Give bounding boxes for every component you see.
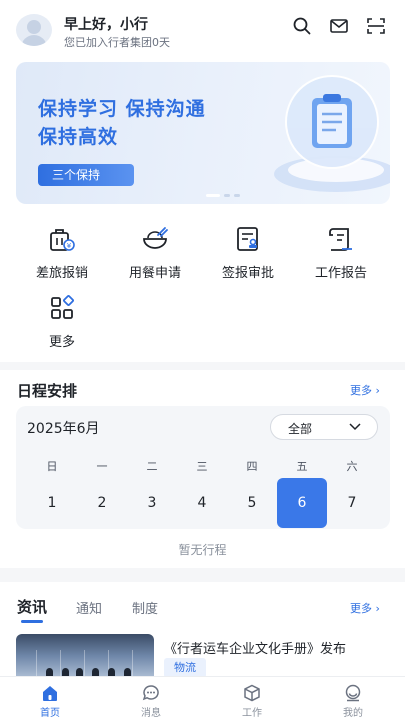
news-thumbnail[interactable]: [16, 634, 154, 682]
calendar-card: 2025年6月 全部 日 一 二 三 四 五 六 1 2 3 4 5 6 7: [16, 406, 390, 529]
message-icon: [142, 685, 159, 701]
calendar-day[interactable]: 3: [127, 478, 177, 528]
schedule-title: 日程安排: [17, 382, 78, 400]
home-top-section: 早上好，小行 您已加入行者集团0天 保持学习 保持沟通 保持高效 三个保持 ¥ …: [0, 0, 405, 362]
tabbar-messages[interactable]: 消息: [111, 677, 191, 720]
tabbar-label: 首页: [40, 708, 60, 719]
tab-notices[interactable]: 通知: [76, 598, 102, 617]
schedule-section: 日程安排 更多 › 2025年6月 全部 日 一 二 三 四 五 六 1 2 3…: [0, 370, 405, 568]
org-subtitle: 您已加入行者集团0天: [64, 36, 170, 49]
app-label: 签报审批: [221, 266, 274, 281]
calendar-day[interactable]: 4: [177, 478, 227, 528]
weekday-label: 六: [346, 460, 358, 473]
calendar-day[interactable]: 5: [227, 478, 277, 528]
banner-button[interactable]: 三个保持: [38, 164, 134, 186]
calendar-day-selected[interactable]: 6: [277, 478, 327, 528]
news-more-link[interactable]: 更多 ›: [350, 600, 380, 616]
weekday-label: 日: [46, 460, 58, 473]
mail-icon[interactable]: [329, 16, 349, 36]
weekday-label: 三: [196, 460, 208, 473]
banner-headline-1: 保持学习 保持沟通: [38, 98, 206, 120]
app-travel-reimburse[interactable]: ¥ 差旅报销: [17, 225, 107, 295]
tabbar-label: 消息: [141, 708, 161, 719]
app-label: 用餐申请: [128, 266, 181, 281]
tab-policies[interactable]: 制度: [132, 598, 158, 617]
filter-value: 全部: [288, 422, 313, 436]
calendar-day[interactable]: 1: [27, 478, 77, 528]
tabbar-profile[interactable]: 我的: [313, 677, 393, 720]
news-item-tag: 物流: [164, 658, 206, 678]
bottom-tabbar: 首页 消息 工作 我的: [0, 676, 405, 720]
app-label: 工作报告: [314, 266, 367, 281]
search-icon[interactable]: [292, 16, 312, 36]
tabbar-label: 我的: [343, 708, 363, 719]
profile-icon: [345, 684, 361, 702]
app-more[interactable]: 更多: [17, 294, 107, 364]
work-icon: [244, 684, 260, 702]
chevron-down-icon: [349, 423, 361, 431]
clipboard-illustration: [274, 75, 390, 192]
avatar[interactable]: [16, 14, 52, 46]
svg-text:¥: ¥: [67, 242, 72, 250]
meal-request-icon: [143, 227, 168, 249]
banner-headline-2: 保持高效: [38, 126, 119, 148]
app-meal-request[interactable]: 用餐申请: [110, 225, 200, 295]
tabbar-label: 工作: [242, 708, 262, 719]
calendar-day[interactable]: 2: [77, 478, 127, 528]
travel-reimburse-icon: ¥: [50, 229, 75, 251]
approval-icon: [237, 227, 258, 251]
work-report-icon: [329, 228, 352, 251]
carousel-indicator: [206, 194, 242, 198]
app-label: 更多: [48, 335, 75, 350]
header: 早上好，小行 您已加入行者集团0天: [16, 14, 390, 49]
weekday-label: 二: [146, 460, 158, 473]
more-apps-icon: [51, 295, 74, 319]
news-section: 资讯 通知 制度 更多 › 《行者运车企业文化手册》发布 物流: [0, 582, 405, 682]
schedule-filter-select[interactable]: 全部: [270, 414, 378, 440]
app-work-report[interactable]: 工作报告: [296, 225, 386, 295]
home-icon: [43, 686, 57, 701]
tabbar-work[interactable]: 工作: [212, 677, 292, 720]
weekday-label: 一: [96, 460, 108, 473]
schedule-empty-text: 暂无行程: [178, 543, 227, 557]
weekday-label: 四: [246, 460, 258, 473]
active-tab-indicator: [21, 620, 43, 623]
tab-news[interactable]: 资讯: [17, 596, 47, 617]
app-label: 差旅报销: [35, 266, 88, 281]
calendar-month: 2025年6月: [27, 421, 100, 437]
scan-icon[interactable]: [366, 16, 386, 36]
greeting-text: 早上好，小行: [64, 17, 148, 33]
weekday-label: 五: [296, 460, 308, 473]
schedule-more-link[interactable]: 更多 ›: [350, 382, 380, 398]
tabbar-home[interactable]: 首页: [10, 677, 90, 720]
calendar-day[interactable]: 7: [327, 478, 377, 528]
app-approval[interactable]: 签报审批: [203, 225, 293, 295]
promo-banner[interactable]: 保持学习 保持沟通 保持高效 三个保持: [16, 62, 390, 204]
news-item-title[interactable]: 《行者运车企业文化手册》发布: [164, 638, 346, 657]
